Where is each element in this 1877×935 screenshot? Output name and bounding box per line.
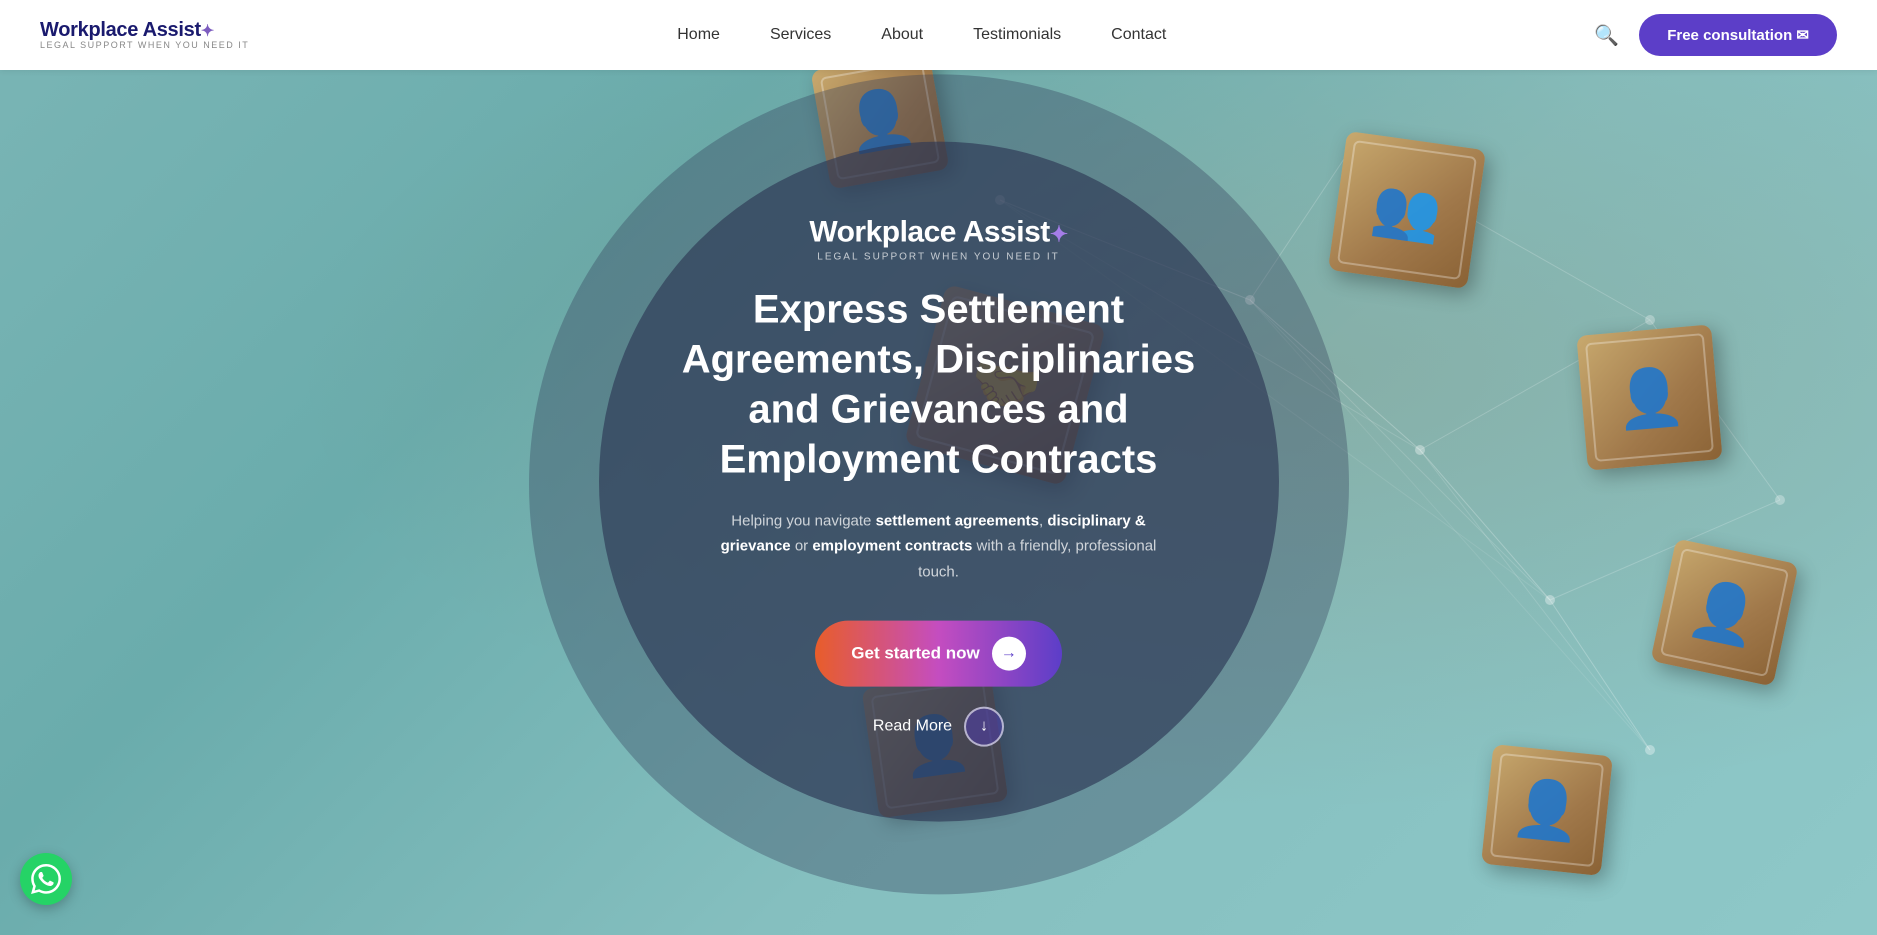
hero-circle-inner: Workplace Assist✦ LEGAL SUPPORT WHEN YOU…: [599, 141, 1279, 821]
nav-item-services[interactable]: Services: [770, 26, 831, 44]
hero-subtitle-or: or: [791, 538, 813, 555]
navbar-right: 🔍 Free consultation ✉: [1594, 14, 1837, 56]
hero-logo: Workplace Assist✦ LEGAL SUPPORT WHEN YOU…: [809, 215, 1067, 262]
nav-link-about[interactable]: About: [881, 26, 923, 43]
logo[interactable]: Workplace Assist✦ LEGAL SUPPORT WHEN YOU…: [40, 19, 249, 51]
nav-link-home[interactable]: Home: [677, 26, 720, 43]
nav-link-contact[interactable]: Contact: [1111, 26, 1166, 43]
read-more-label: Read More: [873, 718, 952, 736]
hero-section: 👤 👥 👤 👤 👤 👤 🤝 Workplace Assist✦ LEGAL SU…: [0, 0, 1877, 935]
hero-logo-tagline: LEGAL SUPPORT WHEN YOU NEED IT: [817, 251, 1059, 262]
logo-text: Workplace Assist✦: [40, 19, 249, 41]
block-person-icon-3: 👤: [1612, 362, 1687, 434]
nav-link-testimonials[interactable]: Testimonials: [973, 26, 1061, 43]
nav-item-contact[interactable]: Contact: [1111, 26, 1166, 44]
consultation-label: Free consultation ✉: [1667, 26, 1809, 44]
nav-item-home[interactable]: Home: [677, 26, 720, 44]
nav-item-testimonials[interactable]: Testimonials: [973, 26, 1061, 44]
search-icon: 🔍: [1594, 25, 1619, 47]
block-person-icon-6: 👤: [1509, 774, 1585, 847]
hero-subtitle: Helping you navigate settlement agreemen…: [719, 508, 1159, 584]
consultation-button[interactable]: Free consultation ✉: [1639, 14, 1837, 56]
hero-logo-text: Workplace Assist✦: [809, 215, 1067, 249]
nav-link-services[interactable]: Services: [770, 26, 831, 43]
hero-logo-star-icon: ✦: [1050, 221, 1068, 246]
block-person-icon-4: 👤: [1684, 573, 1766, 652]
navbar: Workplace Assist✦ LEGAL SUPPORT WHEN YOU…: [0, 0, 1877, 70]
hero-subtitle-text1: Helping you navigate: [731, 512, 875, 529]
block-mid-right: 👤: [1576, 324, 1722, 470]
logo-tagline: LEGAL SUPPORT WHEN YOU NEED IT: [40, 41, 249, 51]
hero-subtitle-bold1: settlement agreements: [876, 512, 1039, 529]
arrow-right-icon: →: [992, 637, 1026, 671]
hero-title: Express Settlement Agreements, Disciplin…: [679, 284, 1199, 484]
logo-star-icon: ✦: [201, 23, 214, 40]
block-lower-right: 👤: [1650, 538, 1798, 686]
nav-item-about[interactable]: About: [881, 26, 923, 44]
block-person-icon-2: 👥: [1368, 172, 1446, 247]
hero-subtitle-bold3: employment contracts: [812, 538, 972, 555]
get-started-button[interactable]: Get started now →: [815, 621, 1061, 687]
read-more-button[interactable]: Read More ↓: [873, 707, 1004, 747]
hero-subtitle-mid: ,: [1039, 512, 1047, 529]
whatsapp-icon: [31, 864, 61, 894]
block-bottom-right: 👤: [1481, 744, 1613, 876]
block-top-right: 👥: [1328, 131, 1486, 289]
get-started-label: Get started now: [851, 644, 979, 664]
main-nav: Home Services About Testimonials Contact: [677, 26, 1166, 44]
chevron-down-icon: ↓: [964, 707, 1004, 747]
whatsapp-button[interactable]: [20, 853, 72, 905]
search-button[interactable]: 🔍: [1594, 23, 1619, 48]
